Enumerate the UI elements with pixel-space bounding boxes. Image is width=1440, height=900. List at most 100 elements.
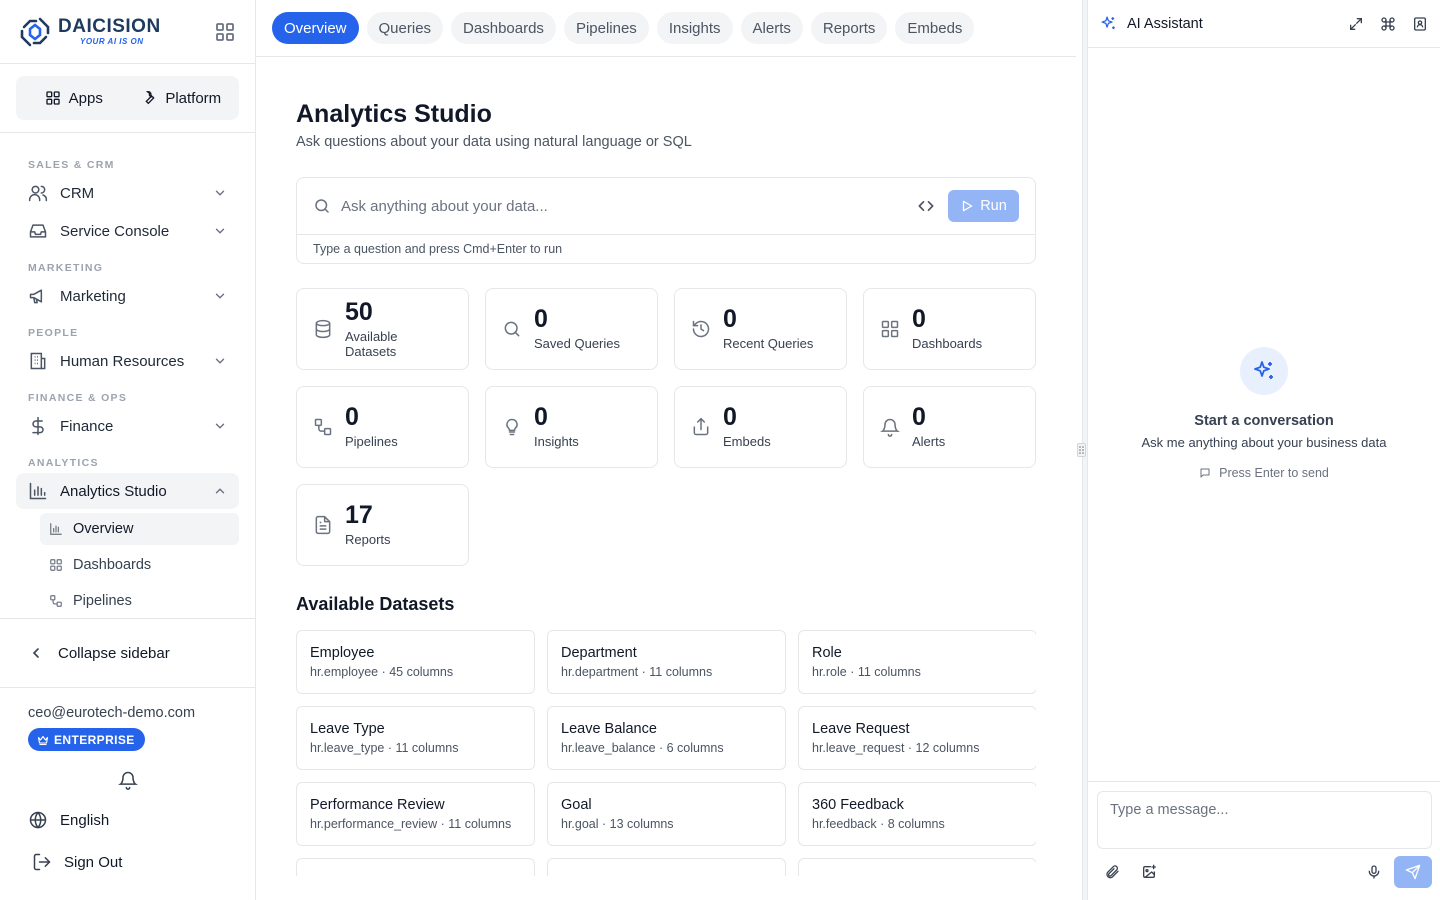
sidebar-item-crm[interactable]: CRM: [16, 175, 239, 211]
image-sparkle-icon[interactable]: [1141, 864, 1157, 880]
stat-card-reports[interactable]: 17 Reports: [296, 484, 469, 566]
query-input[interactable]: [341, 197, 916, 215]
microphone-icon[interactable]: [1366, 864, 1382, 880]
dataset-card[interactable]: [547, 858, 786, 876]
dataset-name: Leave Balance: [561, 721, 657, 737]
tab-overview[interactable]: Overview: [272, 12, 359, 44]
bar-chart-icon: [29, 482, 47, 500]
tab-alerts[interactable]: Alerts: [740, 12, 803, 44]
sidebar-nav: SALES & CRM CRM Service Console MARKETIN…: [0, 146, 255, 618]
stat-card-datasets[interactable]: 50 Available Datasets: [296, 288, 469, 370]
users-icon: [28, 185, 48, 202]
tab-dashboards[interactable]: Dashboards: [451, 12, 556, 44]
stat-card-alerts[interactable]: 0 Alerts: [863, 386, 1036, 468]
datasets-grid: Employee hr.employee · 45 columns Departm…: [296, 630, 1036, 876]
page-subtitle: Ask questions about your data using natu…: [296, 134, 692, 150]
tab-embeds[interactable]: Embeds: [895, 12, 975, 44]
dataset-card[interactable]: Leave Type hr.leave_type · 11 columns: [296, 706, 535, 770]
stat-card-insights[interactable]: 0 Insights: [485, 386, 658, 468]
stat-card-recent-queries[interactable]: 0 Recent Queries: [674, 288, 847, 370]
sidebar-item-label: Human Resources: [60, 352, 185, 370]
notifications-bell-icon[interactable]: [118, 770, 138, 790]
dataset-card[interactable]: Employee hr.employee · 45 columns: [296, 630, 535, 694]
dataset-meta: hr.goal · 13 columns: [561, 817, 674, 831]
stat-label: Recent Queries: [723, 336, 814, 351]
plan-badge: ENTERPRISE: [28, 728, 145, 751]
stat-card-saved-queries[interactable]: 0 Saved Queries: [485, 288, 658, 370]
stat-card-dashboards[interactable]: 0 Dashboards: [863, 288, 1036, 370]
logo-row: DAICISION YOUR AI IS ON: [0, 0, 255, 64]
stat-value: 0: [534, 403, 548, 431]
collapse-sidebar-button[interactable]: Collapse sidebar: [0, 618, 255, 688]
tab-insights[interactable]: Insights: [656, 12, 733, 44]
user-email: ceo@eurotech-demo.com: [28, 705, 196, 721]
dataset-card[interactable]: Leave Request hr.leave_request · 12 colum…: [798, 706, 1036, 770]
dataset-name: Goal: [561, 797, 592, 813]
apps-button[interactable]: Apps: [20, 80, 128, 116]
section-sales-crm: SALES & CRM: [28, 159, 115, 171]
brand-name: DAICISION: [58, 16, 161, 37]
sidebar-item-analytics-studio[interactable]: Analytics Studio: [16, 473, 239, 509]
sidebar-item-service-console[interactable]: Service Console: [16, 213, 239, 249]
brand-logo[interactable]: DAICISION YOUR AI IS ON: [18, 15, 161, 49]
stat-value: 0: [345, 403, 359, 431]
app-grid-icon[interactable]: [213, 20, 237, 44]
assistant-empty-subtitle: Ask me anything about your business data: [1141, 435, 1387, 450]
tab-pipelines[interactable]: Pipelines: [563, 12, 649, 44]
stat-label: Embeds: [723, 434, 771, 449]
assistant-empty-hint: Press Enter to send: [1199, 466, 1329, 480]
search-icon: [504, 321, 520, 337]
sidebar-subitem-label: Pipelines: [73, 593, 132, 609]
stats-grid: 50 Available Datasets 0 Saved Queries 0 Rec…: [296, 288, 1036, 566]
sidebar-subitem-overview[interactable]: Overview: [40, 513, 239, 545]
sidebar-subitem-pipelines[interactable]: Pipelines: [40, 585, 239, 617]
send-icon: [1405, 864, 1421, 880]
section-people: PEOPLE: [28, 327, 79, 339]
stat-value: 0: [723, 305, 737, 333]
sidebar-item-marketing[interactable]: Marketing: [16, 278, 239, 314]
platform-button[interactable]: Platform: [128, 80, 236, 116]
sidebar-item-human-resources[interactable]: Human Resources: [16, 343, 239, 379]
stat-card-embeds[interactable]: 0 Embeds: [674, 386, 847, 468]
crown-icon: [37, 735, 49, 745]
dataset-card[interactable]: Performance Review hr.performance_review …: [296, 782, 535, 846]
language-label: English: [60, 811, 110, 829]
expand-icon[interactable]: [1348, 16, 1364, 32]
sidebar-item-finance[interactable]: Finance: [16, 408, 239, 444]
send-button[interactable]: [1394, 856, 1432, 888]
stat-value: 0: [912, 403, 926, 431]
tab-reports[interactable]: Reports: [810, 12, 888, 44]
bell-icon: [880, 418, 900, 437]
dataset-card[interactable]: Department hr.department · 11 columns: [547, 630, 786, 694]
resize-handle[interactable]: [1077, 443, 1086, 457]
dataset-card[interactable]: Leave Balance hr.leave_balance · 6 column…: [547, 706, 786, 770]
stat-card-pipelines[interactable]: 0 Pipelines: [296, 386, 469, 468]
query-box: Run Type a question and press Cmd+Enter …: [296, 177, 1036, 264]
dataset-card[interactable]: [798, 858, 1036, 876]
stat-label: Reports: [345, 532, 391, 547]
language-selector[interactable]: English: [28, 810, 109, 830]
chevron-down-icon: [215, 228, 225, 234]
chevron-down-icon: [215, 358, 225, 364]
paperclip-icon[interactable]: [1104, 864, 1120, 880]
page-title: Analytics Studio: [296, 100, 492, 128]
assistant-empty-icon: [1240, 347, 1288, 395]
dataset-card[interactable]: Goal hr.goal · 13 columns: [547, 782, 786, 846]
dataset-meta: hr.department · 11 columns: [561, 665, 713, 679]
play-icon: [963, 200, 973, 212]
contacts-book-icon[interactable]: [1412, 16, 1428, 32]
tab-queries[interactable]: Queries: [366, 12, 444, 44]
dataset-meta: hr.role · 11 columns: [812, 665, 921, 679]
message-input[interactable]: [1097, 791, 1432, 849]
dataset-card[interactable]: 360 Feedback hr.feedback · 8 columns: [798, 782, 1036, 846]
stat-label: Saved Queries: [534, 336, 620, 351]
dataset-card[interactable]: Role hr.role · 11 columns: [798, 630, 1036, 694]
sidebar-subitem-dashboards[interactable]: Dashboards: [40, 549, 239, 581]
sidebar: DAICISION YOUR AI IS ON Apps Platform SA…: [0, 0, 256, 900]
command-icon[interactable]: [1380, 16, 1396, 32]
sidebar-item-label: Analytics Studio: [60, 482, 167, 500]
dataset-card[interactable]: [296, 858, 535, 876]
run-button[interactable]: Run: [948, 190, 1019, 222]
sign-out-button[interactable]: Sign Out: [32, 852, 122, 872]
code-toggle-icon[interactable]: [916, 196, 936, 216]
